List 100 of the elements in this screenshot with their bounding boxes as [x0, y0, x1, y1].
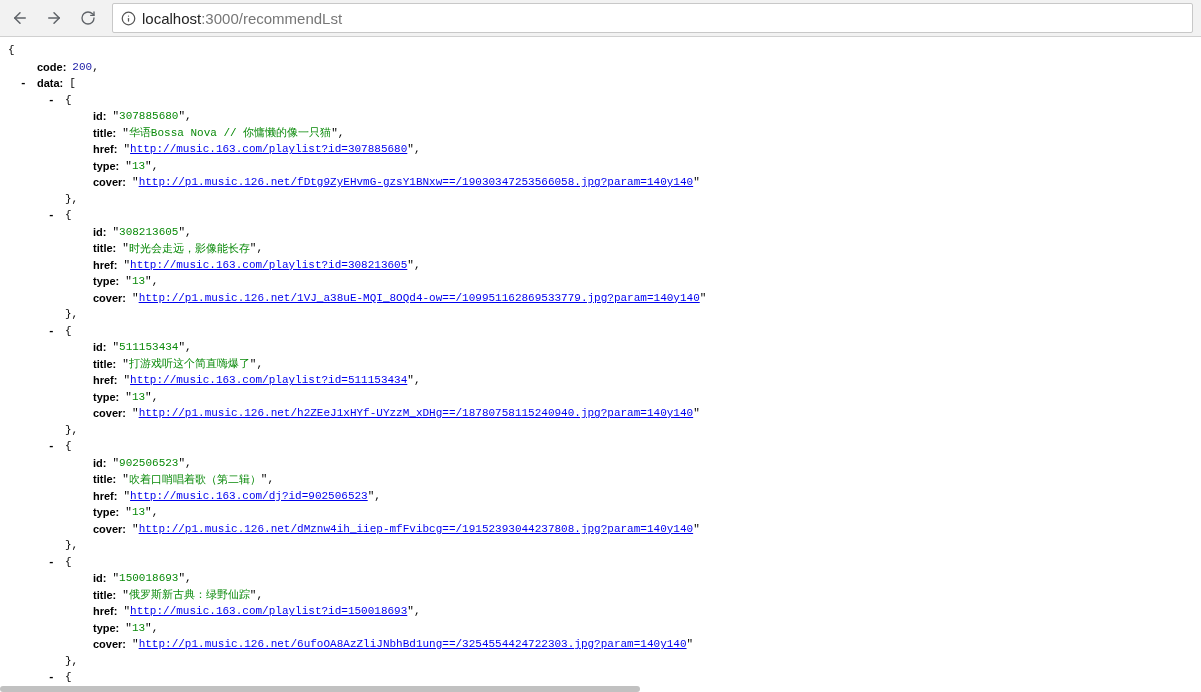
json-punctuation: " — [112, 572, 120, 585]
json-string: 308213605 — [119, 225, 179, 238]
json-string: 打游戏听这个简直嗨爆了 — [128, 357, 250, 372]
json-link[interactable]: http://music.163.com/dj?id=902506523 — [130, 489, 368, 502]
reload-button[interactable] — [78, 8, 98, 28]
json-key: title: — [93, 473, 117, 486]
json-key: type: — [93, 275, 120, 288]
json-punctuation: ", — [178, 225, 192, 238]
json-link[interactable]: http://p1.music.126.net/dMznw4ih_iiep-mfFvibcg==/19152393044237808.jpg?param=140y140 — [138, 522, 694, 535]
collapse-toggle[interactable]: - — [20, 77, 37, 90]
json-string: 华语Bossa Nova // 你慵懒的像一只猫 — [128, 126, 332, 141]
json-punctuation: " — [112, 456, 120, 469]
json-punctuation: " — [123, 605, 131, 618]
json-punctuation: { — [65, 440, 72, 453]
json-link[interactable]: http://p1.music.126.net/h2ZEeJ1xHYf-UYzzM_xDHg==/18780758115240940.jpg?param=140y140 — [138, 407, 694, 420]
json-punctuation: " — [132, 522, 139, 535]
json-punctuation: { — [65, 671, 72, 684]
json-key: id: — [93, 225, 107, 238]
scrollbar-thumb[interactable] — [0, 686, 640, 692]
json-key: href: — [93, 605, 118, 618]
json-key: cover: — [93, 291, 127, 304]
json-punctuation: ", — [249, 242, 264, 255]
json-punctuation: " — [125, 621, 132, 634]
json-punctuation: " — [112, 225, 120, 238]
json-punctuation: ", — [145, 390, 159, 403]
json-punctuation: [ — [69, 77, 76, 90]
json-key: title: — [93, 357, 117, 370]
collapse-toggle[interactable]: - — [48, 671, 65, 684]
json-key: type: — [93, 506, 120, 519]
json-key: cover: — [93, 638, 127, 651]
json-link[interactable]: http://music.163.com/playlist?id=150018693 — [130, 605, 408, 618]
json-punctuation: ", — [407, 143, 421, 156]
json-key: id: — [93, 110, 107, 123]
json-punctuation: ", — [331, 126, 345, 139]
json-punctuation: { — [8, 44, 15, 57]
json-link[interactable]: http://music.163.com/playlist?id=308213605 — [130, 258, 408, 271]
json-punctuation: " — [132, 291, 139, 304]
json-key: title: — [93, 588, 117, 601]
json-punctuation: " — [699, 291, 707, 304]
json-string: 吹着口哨唱着歌（第二辑） — [128, 472, 261, 487]
json-punctuation: " — [122, 473, 129, 486]
collapse-toggle[interactable]: - — [48, 324, 65, 337]
json-string: 13 — [131, 275, 146, 288]
json-punctuation: " — [112, 110, 120, 123]
json-punctuation: " — [132, 638, 139, 651]
collapse-toggle[interactable]: - — [48, 555, 65, 568]
json-link[interactable]: http://music.163.com/playlist?id=307885680 — [130, 143, 408, 156]
json-punctuation: ", — [178, 456, 192, 469]
json-punctuation: " — [693, 522, 700, 535]
json-punctuation: " — [112, 341, 120, 354]
json-punctuation: ", — [145, 621, 159, 634]
json-punctuation: " — [693, 407, 700, 420]
json-punctuation: ", — [407, 374, 421, 387]
json-key: id: — [93, 572, 107, 585]
collapse-toggle[interactable]: - — [48, 209, 65, 222]
json-punctuation: { — [65, 555, 72, 568]
json-punctuation: }, — [65, 308, 79, 321]
json-punctuation: " — [122, 242, 129, 255]
json-punctuation: " — [125, 390, 132, 403]
json-punctuation: " — [693, 176, 700, 189]
json-string: 时光会走远，影像能长存 — [128, 241, 250, 256]
json-punctuation: " — [125, 275, 132, 288]
json-key: code: — [37, 60, 67, 73]
collapse-toggle[interactable]: - — [48, 440, 65, 453]
json-punctuation: ", — [260, 473, 275, 486]
json-key: href: — [93, 258, 118, 271]
json-key: href: — [93, 143, 118, 156]
json-key: id: — [93, 341, 107, 354]
address-bar[interactable]: localhost:3000/recommendLst — [112, 3, 1193, 33]
json-punctuation: { — [65, 209, 72, 222]
json-punctuation: }, — [65, 192, 79, 205]
json-link[interactable]: http://p1.music.126.net/6ufoOA8AzZliJNbhBd1ung==/3254554424722303.jpg?param=140y140 — [138, 638, 687, 651]
json-punctuation: " — [122, 126, 129, 139]
json-punctuation: ", — [367, 489, 381, 502]
json-punctuation: ", — [407, 258, 421, 271]
json-punctuation: " — [123, 258, 131, 271]
json-punctuation: ", — [178, 110, 192, 123]
json-link[interactable]: http://music.163.com/playlist?id=511153434 — [130, 374, 408, 387]
json-link[interactable]: http://p1.music.126.net/1VJ_a38uE-MQI_8OQd4-ow==/109951162869533779.jpg?param=140y140 — [138, 291, 700, 304]
collapse-toggle[interactable]: - — [48, 93, 65, 106]
json-punctuation: ", — [249, 588, 264, 601]
json-punctuation: " — [132, 407, 139, 420]
json-punctuation: " — [123, 374, 131, 387]
json-key: id: — [93, 456, 107, 469]
json-punctuation: " — [132, 176, 139, 189]
json-punctuation: }, — [65, 654, 79, 667]
json-punctuation: , — [92, 60, 99, 73]
url-text: localhost:3000/recommendLst — [142, 9, 343, 27]
json-string: 150018693 — [119, 572, 179, 585]
json-punctuation: " — [123, 143, 131, 156]
json-punctuation: " — [122, 588, 129, 601]
json-punctuation: }, — [65, 539, 79, 552]
json-punctuation: ", — [178, 572, 192, 585]
json-key: cover: — [93, 522, 127, 535]
json-punctuation: ", — [249, 357, 264, 370]
json-key: href: — [93, 374, 118, 387]
json-link[interactable]: http://p1.music.126.net/fDtg9ZyEHvmG-gzsY1BNxw==/19030347253566058.jpg?param=140y140 — [138, 176, 694, 189]
json-string: 13 — [131, 506, 146, 519]
json-string: 13 — [131, 159, 146, 172]
json-string: 13 — [131, 390, 146, 403]
